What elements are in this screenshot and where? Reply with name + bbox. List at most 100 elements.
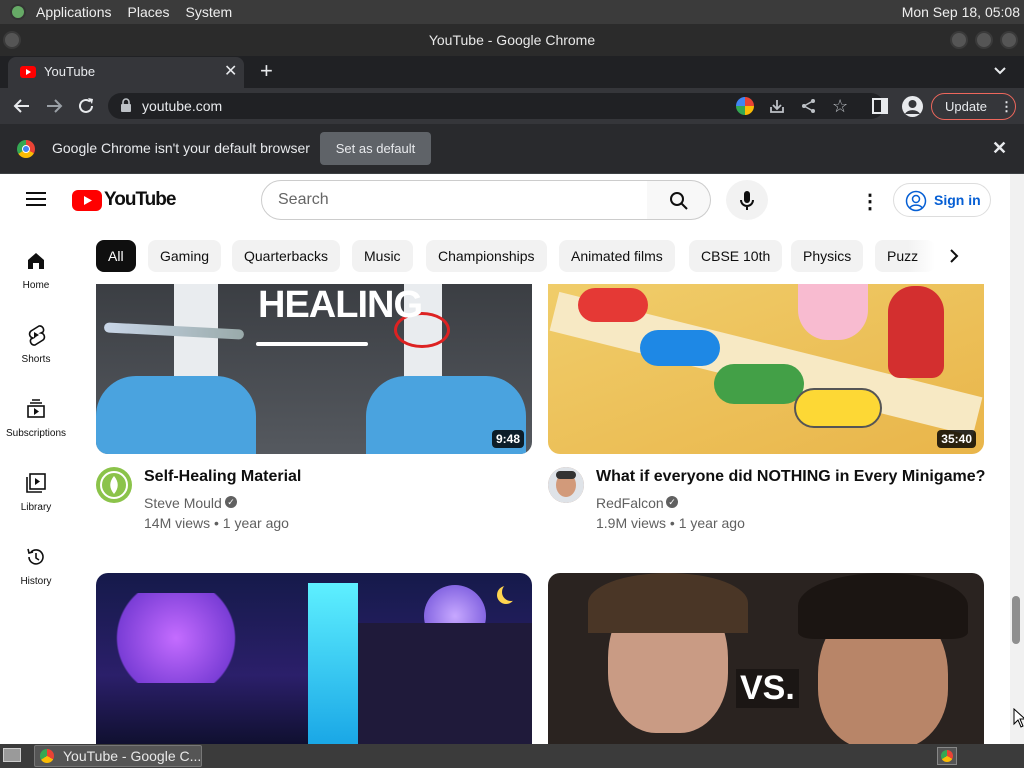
- channel-name[interactable]: Steve Mould: [144, 495, 222, 511]
- video-thumbnail[interactable]: HEALING 9:48: [96, 284, 532, 454]
- thumbnail-bird: [794, 388, 882, 428]
- channel-name[interactable]: RedFalcon: [596, 495, 664, 511]
- sidebar-label: Subscriptions: [5, 428, 67, 439]
- thumbnail-cliff: [358, 623, 532, 744]
- minimize-button[interactable]: [950, 31, 968, 49]
- window-menu-button[interactable]: [3, 31, 21, 49]
- chip-championships[interactable]: Championships: [426, 240, 547, 272]
- profile-avatar-icon[interactable]: [902, 96, 923, 117]
- show-desktop-icon[interactable]: [3, 748, 21, 762]
- video-thumbnail[interactable]: VS.: [548, 573, 984, 744]
- thumbnail-bird: [640, 330, 720, 366]
- new-tab-button[interactable]: +: [260, 58, 273, 84]
- chip-puzzles[interactable]: Puzz: [875, 240, 935, 272]
- tab-close-icon[interactable]: ✕: [224, 61, 237, 81]
- workspace-chrome-icon[interactable]: [937, 747, 957, 765]
- sidebar-label: Library: [20, 502, 52, 513]
- infobar-close-icon[interactable]: ✕: [992, 138, 1007, 159]
- menu-applications[interactable]: Applications: [36, 4, 112, 20]
- menu-places[interactable]: Places: [128, 4, 170, 20]
- chip-cbse-10th[interactable]: CBSE 10th: [689, 240, 783, 272]
- address-bar[interactable]: youtube.com ☆: [108, 93, 884, 119]
- settings-more-icon[interactable]: ⋮: [860, 189, 880, 214]
- account-circle-icon: [905, 190, 927, 215]
- tab-title: YouTube: [44, 64, 96, 79]
- site-info-icon[interactable]: [120, 98, 132, 115]
- chip-quarterbacks[interactable]: Quarterbacks: [232, 240, 341, 272]
- forward-icon[interactable]: [44, 96, 64, 121]
- youtube-logo[interactable]: YouTube: [72, 189, 176, 211]
- sidebar-item-library[interactable]: Library: [0, 472, 72, 513]
- infobar-message: Google Chrome isn't your default browser: [52, 140, 310, 156]
- sidebar-item-history[interactable]: History: [0, 546, 72, 587]
- taskbar-item-label: YouTube - Google C...: [63, 748, 202, 764]
- chip-all[interactable]: All: [96, 240, 136, 272]
- chips-next-icon[interactable]: [946, 248, 962, 269]
- tab-search-icon[interactable]: [992, 62, 1008, 83]
- page-scrollbar[interactable]: [1010, 174, 1024, 744]
- video-title[interactable]: What if everyone did NOTHING in Every Mi…: [596, 468, 985, 486]
- sidebar-label: Shorts: [21, 354, 51, 365]
- guide-menu-icon[interactable]: [26, 191, 46, 212]
- sidebar-item-subscriptions[interactable]: Subscriptions: [0, 398, 72, 439]
- share-icon[interactable]: [800, 97, 818, 118]
- sign-in-label: Sign in: [934, 192, 981, 208]
- window-titlebar[interactable]: YouTube - Google Chrome: [0, 24, 1024, 56]
- maximize-button[interactable]: [975, 31, 993, 49]
- side-panel-icon[interactable]: [872, 98, 888, 119]
- scrollbar-thumb[interactable]: [1012, 596, 1020, 644]
- video-thumbnail[interactable]: [96, 573, 532, 744]
- sidebar-label: History: [20, 576, 52, 587]
- voice-search-button[interactable]: [726, 180, 768, 220]
- sidebar-label: Home: [22, 280, 50, 291]
- google-lens-icon[interactable]: [736, 97, 754, 115]
- video-thumbnail[interactable]: 35:40: [548, 284, 984, 454]
- update-label: Update: [945, 99, 987, 114]
- close-window-button[interactable]: [1000, 31, 1018, 49]
- video-title[interactable]: Self-Healing Material: [144, 468, 301, 486]
- clock[interactable]: Mon Sep 18, 05:08: [902, 4, 1020, 20]
- chip-gaming[interactable]: Gaming: [148, 240, 222, 272]
- video-duration: 35:40: [937, 430, 976, 448]
- mouse-cursor-icon: [1013, 707, 1024, 733]
- thumbnail-hair-right: [798, 573, 968, 639]
- sign-in-button[interactable]: Sign in: [893, 183, 991, 217]
- search-button[interactable]: [647, 180, 711, 220]
- reload-icon[interactable]: [76, 96, 96, 121]
- youtube-logo-icon: [72, 189, 102, 211]
- thumbnail-glove: [96, 376, 256, 454]
- video-meta: 1.9M views • 1 year ago: [596, 515, 745, 531]
- youtube-logo-text: YouTube: [104, 189, 176, 210]
- verified-icon: ✓: [666, 496, 678, 508]
- youtube-favicon-icon: [20, 66, 36, 78]
- gnome-foot-icon: [10, 4, 26, 20]
- search-icon: [669, 191, 689, 216]
- sidebar-item-shorts[interactable]: Shorts: [0, 324, 72, 365]
- subscriptions-icon: [0, 398, 72, 420]
- video-meta: 14M views • 1 year ago: [144, 515, 289, 531]
- back-icon[interactable]: [12, 96, 32, 121]
- channel-avatar[interactable]: [96, 467, 132, 503]
- thumbnail-tree: [106, 593, 246, 683]
- taskbar-item-chrome[interactable]: YouTube - Google C...: [34, 745, 202, 767]
- channel-avatar[interactable]: [548, 467, 584, 503]
- chip-animated-films[interactable]: Animated films: [559, 240, 675, 272]
- sidebar-item-home[interactable]: Home: [0, 250, 72, 291]
- set-as-default-button[interactable]: Set as default: [320, 132, 431, 165]
- default-browser-infobar: Google Chrome isn't your default browser…: [0, 124, 1024, 174]
- thumbnail-arrow: [256, 342, 368, 346]
- chip-music[interactable]: Music: [352, 240, 413, 272]
- update-button[interactable]: Update ⋮: [931, 93, 1016, 120]
- history-icon: [0, 546, 72, 568]
- search-input[interactable]: Search: [261, 180, 648, 220]
- thumbnail-moon: [502, 583, 520, 601]
- chip-physics[interactable]: Physics: [791, 240, 864, 272]
- chrome-menu-icon[interactable]: ⋮: [1000, 94, 1013, 119]
- menu-system[interactable]: System: [186, 4, 233, 20]
- verified-icon: ✓: [225, 496, 237, 508]
- tab-youtube[interactable]: YouTube ✕: [8, 57, 244, 88]
- bookmark-star-icon[interactable]: ☆: [832, 96, 848, 117]
- thumbnail-bird: [578, 288, 648, 322]
- install-icon[interactable]: [768, 97, 786, 118]
- home-icon: [0, 250, 72, 272]
